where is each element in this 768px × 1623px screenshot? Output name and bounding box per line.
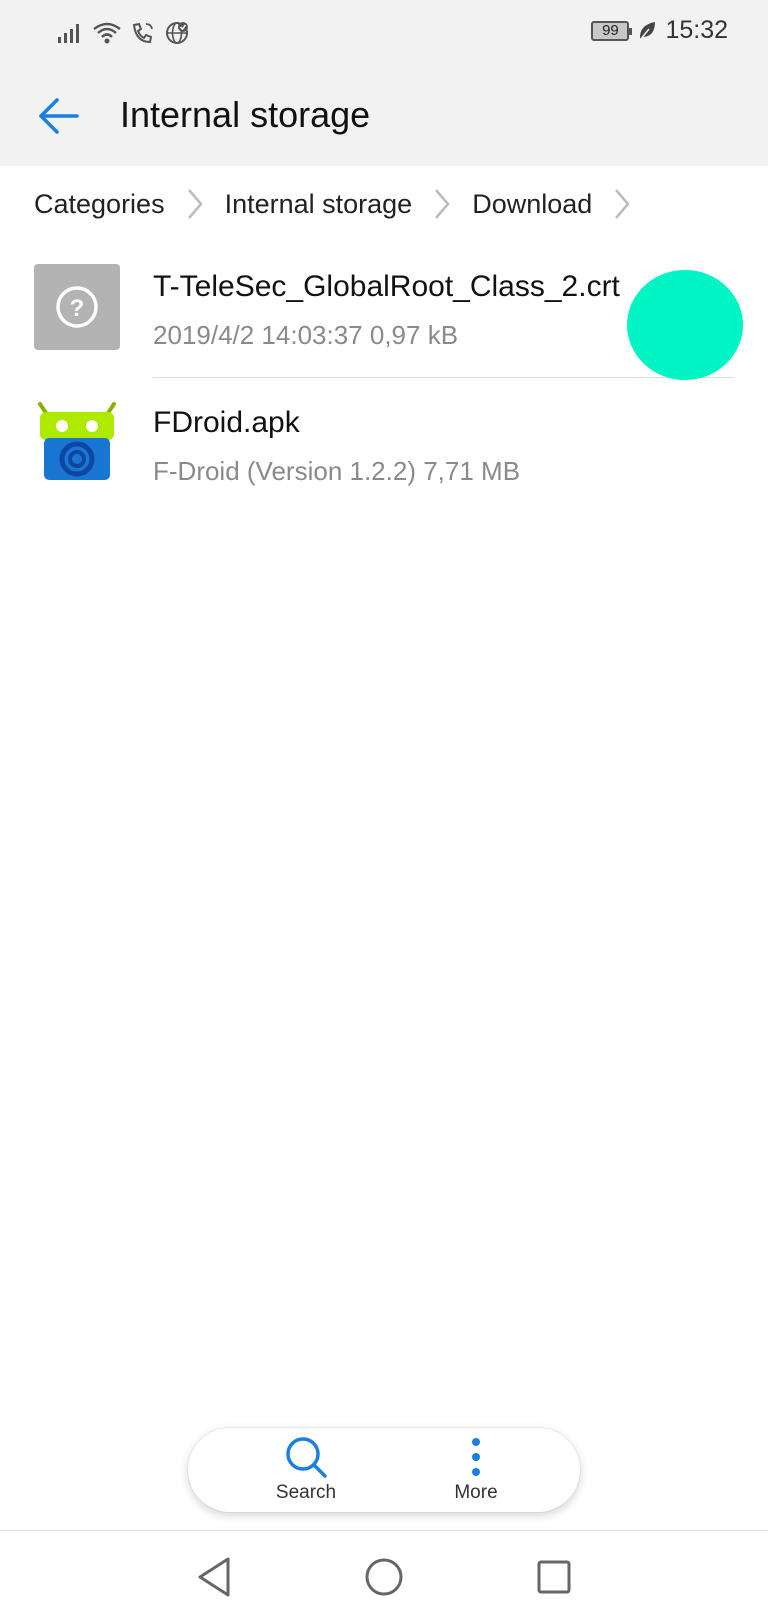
chevron-right-icon	[422, 184, 462, 224]
back-button[interactable]	[30, 88, 86, 144]
leaf-icon	[639, 21, 656, 40]
nav-recents-button[interactable]	[522, 1547, 586, 1607]
more-label: More	[454, 1482, 498, 1503]
breadcrumb-internal-storage[interactable]: Internal storage	[225, 189, 413, 220]
system-nav-bar	[0, 1530, 768, 1623]
clock: 15:32	[665, 16, 728, 44]
file-details: F-Droid (Version 1.2.2) 7,71 MB	[153, 456, 521, 486]
wifi-icon	[93, 22, 121, 44]
app-bar: Internal storage	[0, 66, 768, 166]
nav-home-button[interactable]	[352, 1547, 416, 1607]
breadcrumb: Categories Internal storage Download	[0, 166, 768, 242]
svg-text:?: ?	[70, 295, 85, 322]
globe-icon	[166, 22, 188, 44]
status-icons	[56, 18, 190, 48]
more-button[interactable]: More	[406, 1428, 546, 1512]
chevron-right-icon	[175, 184, 215, 224]
file-details: 2019/4/2 14:03:37 0,97 kB	[153, 320, 459, 350]
circle-home-icon	[365, 1558, 403, 1596]
file-name: T-TeleSec_GlobalRoot_Class_2.crt	[153, 270, 620, 303]
more-vertical-icon	[472, 1438, 480, 1476]
search-label: Search	[275, 1482, 337, 1503]
chevron-right-icon	[602, 184, 642, 224]
breadcrumb-categories[interactable]: Categories	[34, 189, 165, 220]
list-item[interactable]: FDroid.apk F-Droid (Version 1.2.2) 7,71 …	[0, 378, 768, 514]
touch-indicator	[627, 270, 743, 380]
triangle-back-icon	[198, 1557, 230, 1597]
battery-icon: 99	[591, 20, 633, 41]
bottom-action-bar: Search More	[188, 1428, 580, 1512]
fdroid-app-icon	[34, 400, 120, 486]
search-icon	[286, 1437, 327, 1478]
signal-icon	[58, 24, 79, 43]
nav-back-button[interactable]	[182, 1547, 246, 1607]
battery-level: 99	[602, 22, 619, 39]
unknown-file-icon: ?	[34, 264, 120, 350]
page-title: Internal storage	[120, 94, 371, 135]
status-bar: 99 15:32	[0, 0, 768, 66]
search-button[interactable]: Search	[236, 1428, 376, 1512]
status-right: 99 15:32	[591, 16, 728, 45]
arrow-left-icon	[39, 98, 79, 134]
breadcrumb-download[interactable]: Download	[472, 189, 592, 220]
square-recents-icon	[537, 1560, 571, 1594]
wifi-call-icon	[132, 22, 153, 44]
file-name: FDroid.apk	[153, 406, 300, 439]
